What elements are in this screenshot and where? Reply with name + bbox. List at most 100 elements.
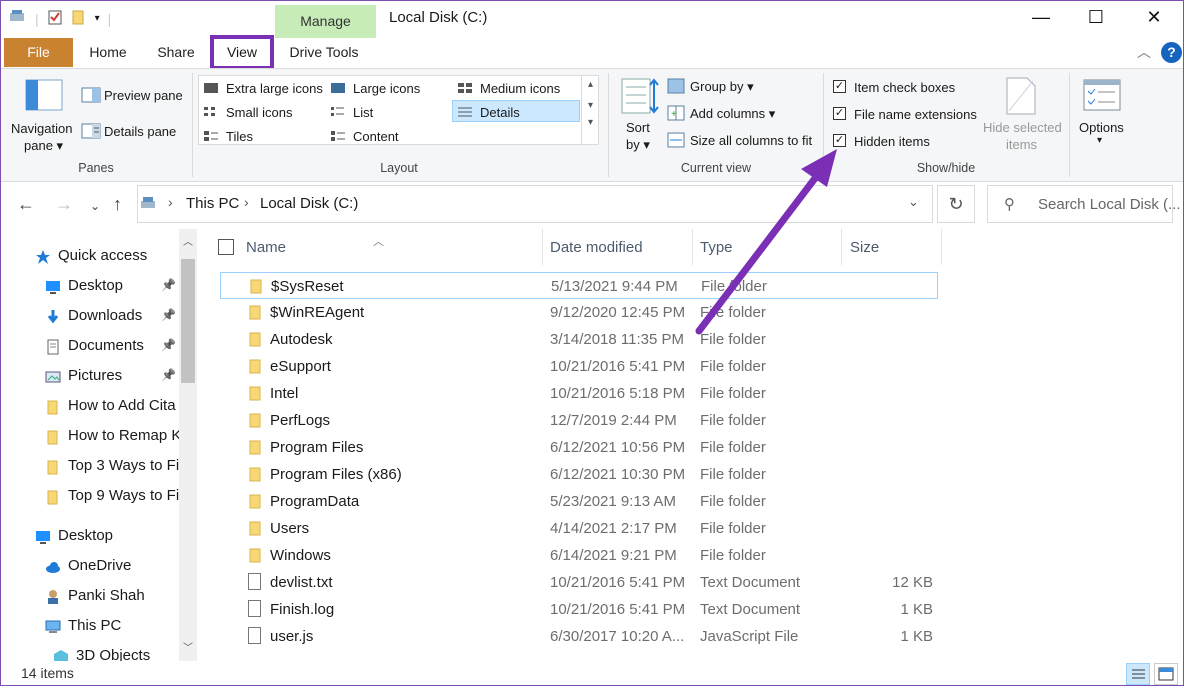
minimize-button[interactable]: — [1026,7,1056,28]
nav-item[interactable]: 3D Objects [53,643,179,661]
column-divider[interactable] [542,229,543,265]
table-row[interactable]: eSupport 10/21/2016 5:41 PM File folder [220,353,938,380]
pin-icon[interactable]: 📌 [161,368,176,382]
layout-gallery-scroll[interactable]: ▴ ▾ ▾ [581,75,599,145]
options-dropdown-icon[interactable]: ▾ [1097,135,1102,146]
tab-view[interactable]: View [210,35,274,70]
tab-home[interactable]: Home [81,38,135,67]
preview-pane-icon[interactable] [81,87,101,106]
scroll-down-icon[interactable]: ﹀ [183,639,193,654]
table-row[interactable]: Users 4/14/2021 2:17 PM File folder [220,515,938,542]
layout-details[interactable]: Details [480,105,520,120]
nav-item[interactable]: OneDrive [45,553,179,579]
nav-item[interactable]: How to Remap K [45,423,179,449]
nav-item[interactable]: Panki Shah [45,583,179,609]
column-divider[interactable] [692,229,693,265]
table-row[interactable]: $SysReset 5/13/2021 9:44 PM File folder [220,272,938,299]
file-name-extensions-label[interactable]: File name extensions [854,107,977,122]
file-name-extensions-checkbox[interactable]: ✓ [833,107,846,120]
drive-icon[interactable] [9,9,27,28]
nav-scrollbar-thumb[interactable] [181,259,195,383]
navigation-pane-label[interactable]: Navigation [11,121,72,136]
table-row[interactable]: Intel 10/21/2016 5:18 PM File folder [220,380,938,407]
scroll-up-icon[interactable]: ︿ [183,233,193,248]
table-row[interactable]: Program Files 6/12/2021 10:56 PM File fold… [220,434,938,461]
table-row[interactable]: devlist.txt 10/21/2016 5:41 PM Text Docume… [220,569,938,596]
tab-file[interactable]: File [4,38,73,67]
table-row[interactable]: ProgramData 5/23/2021 9:13 AM File folder [220,488,938,515]
layout-medium-icons[interactable]: Medium icons [480,81,560,96]
layout-content[interactable]: Content [353,129,399,144]
nav-item[interactable]: Pictures [45,363,179,389]
scroll-up-icon[interactable]: ▴ [582,79,599,90]
customize-qat-icon[interactable]: ▾ [95,13,100,24]
nav-item[interactable]: Desktop [35,523,179,549]
table-row[interactable]: PerfLogs 12/7/2019 2:44 PM File folder [220,407,938,434]
help-icon[interactable]: ? [1161,42,1182,63]
breadcrumb-separator[interactable]: › [168,194,173,210]
hide-selected-icon[interactable] [1005,77,1037,118]
nav-item[interactable]: Top 3 Ways to Fi [45,453,179,479]
group-by-button[interactable]: Group by ▾ [690,79,754,95]
tab-share[interactable]: Share [149,38,203,67]
back-icon[interactable]: ← [17,194,35,215]
breadcrumb-separator[interactable]: › [244,194,249,210]
scroll-down-icon[interactable]: ▾ [582,100,599,111]
nav-item[interactable]: Top 9 Ways to Fi [45,483,179,509]
column-size[interactable]: Size [850,229,879,267]
layout-extra-large-icons[interactable]: Extra large icons [226,81,323,96]
breadcrumb-this-pc[interactable]: This PC [186,195,239,212]
layout-list[interactable]: List [353,105,373,120]
breadcrumb-local-disk[interactable]: Local Disk (C:) [260,195,358,212]
item-check-boxes-checkbox[interactable]: ✓ [833,80,846,93]
column-name[interactable]: Name [246,229,286,267]
column-type[interactable]: Type [700,229,733,267]
nav-item[interactable]: Quick access [35,243,179,269]
item-check-boxes-label[interactable]: Item check boxes [854,80,955,95]
layout-tiles[interactable]: Tiles [226,129,253,144]
table-row[interactable]: $WinREAgent 9/12/2020 12:45 PM File folder [220,299,938,326]
nav-item[interactable]: This PC [45,613,179,639]
details-view-button[interactable] [1126,663,1150,685]
sort-by-icon[interactable] [621,77,659,120]
large-icons-view-button[interactable] [1154,663,1178,685]
select-all-checkbox[interactable] [218,239,234,255]
address-dropdown-icon[interactable]: ⌄ [908,194,919,210]
column-date-modified[interactable]: Date modified [550,229,643,267]
hide-selected-label[interactable]: Hide selected [983,120,1062,135]
column-divider[interactable] [941,229,942,265]
tab-drive-tools[interactable]: Drive Tools [281,38,367,67]
recent-locations-icon[interactable]: ⌄ [90,199,100,213]
search-box[interactable]: ⚲ Search Local Disk (... [987,185,1181,223]
maximize-button[interactable]: ☐ [1081,7,1111,28]
address-bar[interactable]: › This PC › Local Disk (C:) ⌄ [137,185,933,223]
table-row[interactable]: user.js 6/30/2017 10:20 A... JavaScript Fi… [220,623,938,650]
sort-by-label-2[interactable]: by ▾ [626,137,650,153]
tab-manage[interactable]: Manage [275,5,376,38]
details-pane-icon[interactable] [81,123,101,142]
forward-icon[interactable]: → [55,194,73,215]
refresh-icon[interactable]: ↻ [937,185,975,223]
options-button[interactable]: Options [1079,120,1124,135]
pin-icon[interactable]: 📌 [161,308,176,322]
pin-icon[interactable]: 📌 [161,338,176,352]
hide-selected-label-2[interactable]: items [1006,137,1037,152]
navigation-pane-icon[interactable] [25,79,63,114]
table-row[interactable]: Program Files (x86) 6/12/2021 10:30 PM Fil… [220,461,938,488]
table-row[interactable]: Windows 6/14/2021 9:21 PM File folder [220,542,938,569]
options-icon[interactable] [1083,79,1121,114]
navigation-pane-label-2[interactable]: pane ▾ [24,138,63,154]
nav-item[interactable]: Desktop [45,273,179,299]
properties-icon[interactable] [47,9,63,28]
size-all-columns-button[interactable]: Size all columns to fit [690,133,812,148]
nav-item[interactable]: Downloads [45,303,179,329]
hidden-items-label[interactable]: Hidden items [854,134,930,149]
close-button[interactable]: ✕ [1139,7,1169,28]
layout-small-icons[interactable]: Small icons [226,105,292,120]
collapse-ribbon-icon[interactable]: ︿ [1137,42,1151,62]
new-folder-icon[interactable] [71,9,87,28]
hidden-items-checkbox[interactable]: ✓ [833,134,846,147]
pin-icon[interactable]: 📌 [161,278,176,292]
table-row[interactable]: Autodesk 3/14/2018 11:35 PM File folder [220,326,938,353]
details-pane-button[interactable]: Details pane [104,124,176,139]
